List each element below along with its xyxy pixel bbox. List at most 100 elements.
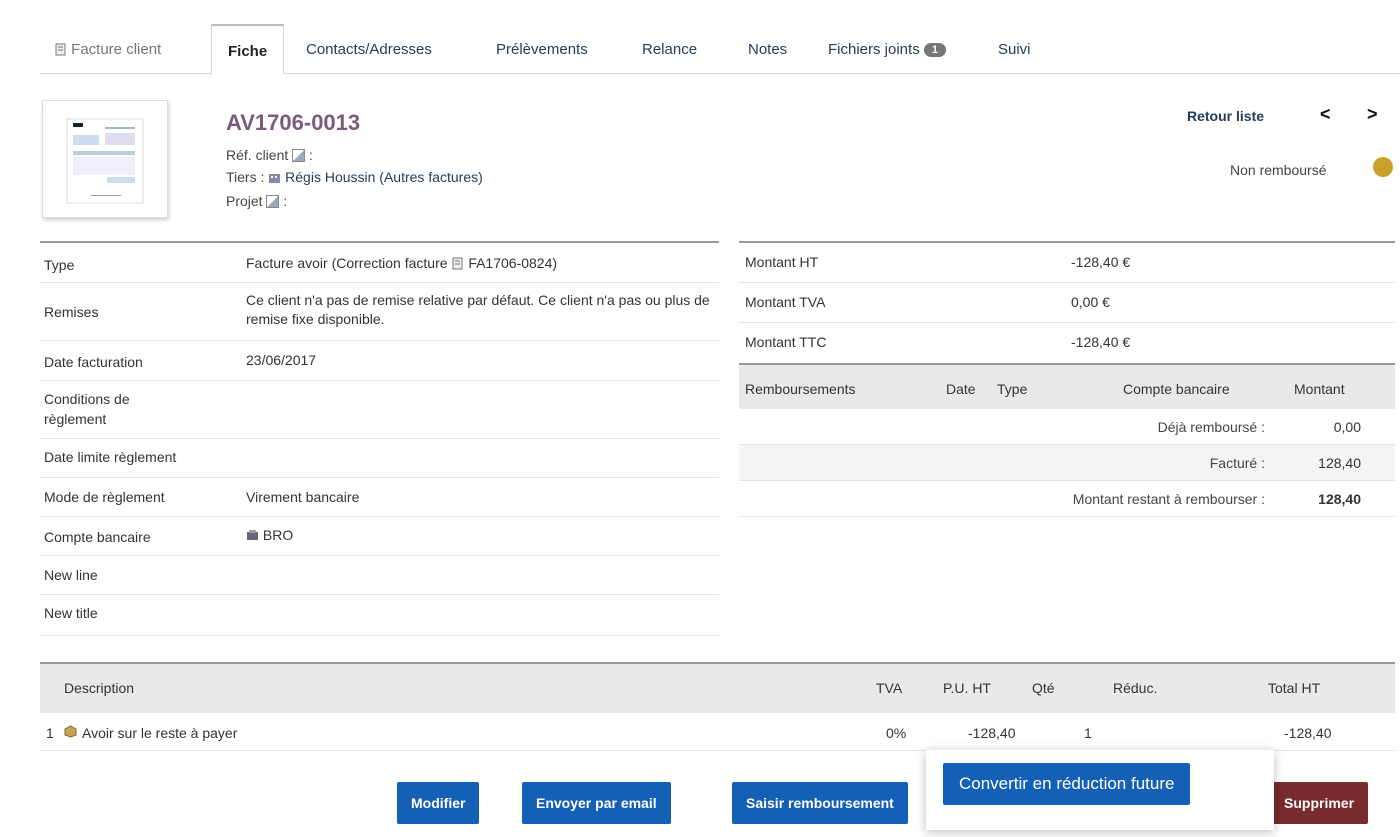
line-unit-price: -128,40 <box>968 725 1016 741</box>
corrected-invoice-link[interactable]: FA1706-0824) <box>468 255 557 271</box>
tiers-label: Tiers : <box>226 169 265 185</box>
tab-label: Fiche <box>228 43 268 60</box>
field-value: Ce client n'a pas de remise relative par… <box>246 292 710 327</box>
summary-label: Facturé : <box>1209 455 1265 471</box>
summary-value: 128,40 <box>1318 491 1361 507</box>
summary-value: 0,00 <box>1333 419 1361 435</box>
modify-button[interactable]: Modifier <box>397 782 480 824</box>
column-header: P.U. HT <box>943 680 991 696</box>
amount-row-tva: Montant TVA 0,00 € <box>739 283 1395 323</box>
column-header: Description <box>64 680 135 696</box>
summary-label: Déjà remboursé : <box>1157 419 1265 435</box>
amount-row-ht: Montant HT -128,40 € <box>739 243 1395 283</box>
field-label: Mode de règlement <box>44 489 165 505</box>
tab-contacts[interactable]: Contacts/Adresses <box>306 24 432 74</box>
table-row[interactable]: 1 Avoir sur le reste à payer 0% -128,40 … <box>40 713 1395 751</box>
line-quantity: 1 <box>1084 725 1092 741</box>
tab-facture-client[interactable]: Facture client <box>54 24 161 74</box>
tab-fichiers-joints[interactable]: Fichiers joints 1 <box>828 24 946 74</box>
amount-row-ttc: Montant TTC -128,40 € <box>739 323 1395 363</box>
convert-future-discount-button[interactable]: Convertir en réduction future <box>943 763 1191 805</box>
refunds-header: Remboursements Date Type Compte bancaire… <box>739 363 1395 409</box>
field-label: Remises <box>44 304 99 320</box>
invoice-fields-table: Type Facture avoir (Correction facture F… <box>40 241 719 636</box>
field-label: Compte bancaire <box>44 529 151 545</box>
tiers-link[interactable]: Régis Houssin (Autres factures) <box>285 169 483 185</box>
tab-fiche[interactable]: Fiche <box>211 24 285 75</box>
amount-label: Montant TTC <box>745 334 827 350</box>
previous-arrow-icon[interactable]: < <box>1320 104 1331 125</box>
edit-icon[interactable] <box>266 195 280 208</box>
refund-summary-row: Facturé : 128,40 <box>739 445 1395 481</box>
field-row-remises: Remises Ce client n'a pas de remise rela… <box>40 283 719 341</box>
column-header: Qté <box>1032 680 1055 696</box>
company-icon <box>268 169 281 185</box>
tab-label: Relance <box>642 41 698 58</box>
field-row-conditions: Conditions de règlement <box>40 381 719 439</box>
tab-suivi[interactable]: Suivi <box>998 24 1031 74</box>
status-label: Non remboursé <box>1230 162 1327 178</box>
column-header: Remboursements <box>745 381 856 397</box>
projet-label: Projet <box>226 193 263 209</box>
bank-icon <box>246 527 259 543</box>
amount-label: Montant HT <box>745 254 819 270</box>
tab-label: Notes <box>748 41 788 58</box>
summary-label: Montant restant à rembourser : <box>1072 491 1265 507</box>
field-value: 23/06/2017 <box>246 352 317 368</box>
field-label: Conditions de règlement <box>44 391 130 427</box>
amount-value: -128,40 € <box>1071 254 1131 270</box>
enter-refund-button[interactable]: Saisir remboursement <box>732 782 908 824</box>
tab-label: Prélèvements <box>496 41 588 58</box>
lines-header: Description TVA P.U. HT Qté Réduc. Total… <box>40 664 1395 713</box>
delete-button[interactable]: Supprimer <box>1270 782 1369 824</box>
back-to-list-link[interactable]: Retour liste <box>1187 108 1264 124</box>
product-icon <box>64 723 77 739</box>
field-row-new-line: New line <box>40 556 719 595</box>
field-row-date-limite: Date limite règlement <box>40 439 719 478</box>
field-value: Virement bancaire <box>246 489 360 505</box>
tab-prelevements[interactable]: Prélèvements <box>496 24 588 74</box>
tab-label: Suivi <box>998 41 1031 58</box>
field-label: Type <box>44 257 75 273</box>
refund-summary-row: Montant restant à rembourser : 128,40 <box>739 481 1395 517</box>
tab-label: Contacts/Adresses <box>306 41 432 58</box>
tiers-row: Tiers : Régis Houssin (Autres factures) <box>226 169 483 185</box>
field-label: Date limite règlement <box>44 449 177 465</box>
column-header: TVA <box>876 680 903 696</box>
amount-value: 0,00 € <box>1071 294 1110 310</box>
edit-icon[interactable] <box>292 149 306 162</box>
count-badge: 1 <box>923 43 946 58</box>
line-number: 1 <box>46 725 54 741</box>
tab-label: Fichiers joints <box>828 41 920 58</box>
tab-relance[interactable]: Relance <box>642 24 697 74</box>
send-email-button[interactable]: Envoyer par email <box>522 782 671 824</box>
projet-row: Projet : <box>226 193 288 209</box>
line-tva: 0% <box>886 725 907 741</box>
invoice-icon <box>54 41 71 58</box>
column-header: Date <box>946 381 976 397</box>
status-dot-icon <box>1373 157 1393 177</box>
field-row-mode: Mode de règlement Virement bancaire <box>40 478 719 517</box>
summary-value: 128,40 <box>1318 455 1361 471</box>
field-label: New line <box>44 567 98 583</box>
line-description: Avoir sur le reste à payer <box>82 725 238 741</box>
invoice-lines-table: Description TVA P.U. HT Qté Réduc. Total… <box>40 662 1395 751</box>
ref-client-label: Réf. client <box>226 147 289 163</box>
field-value: BRO <box>246 527 293 543</box>
tab-label: Facture client <box>71 41 162 58</box>
field-label: New title <box>44 605 98 621</box>
ref-client-row: Réf. client : <box>226 147 313 163</box>
type-text: Facture avoir (Correction facture <box>246 255 448 271</box>
refund-summary-row: Déjà remboursé : 0,00 <box>739 409 1395 445</box>
next-arrow-icon[interactable]: > <box>1367 104 1378 125</box>
column-header: Montant <box>1294 381 1345 397</box>
document-thumbnail[interactable] <box>42 100 168 218</box>
field-row-new-title: New title <box>40 595 719 636</box>
field-label: Date facturation <box>44 354 143 370</box>
bank-account-link[interactable]: BRO <box>263 527 293 543</box>
field-row-type: Type Facture avoir (Correction facture F… <box>40 243 719 283</box>
amount-label: Montant TVA <box>745 294 826 310</box>
amount-value: -128,40 € <box>1071 334 1131 350</box>
field-row-compte: Compte bancaire BRO <box>40 517 719 556</box>
tab-notes[interactable]: Notes <box>748 24 787 74</box>
